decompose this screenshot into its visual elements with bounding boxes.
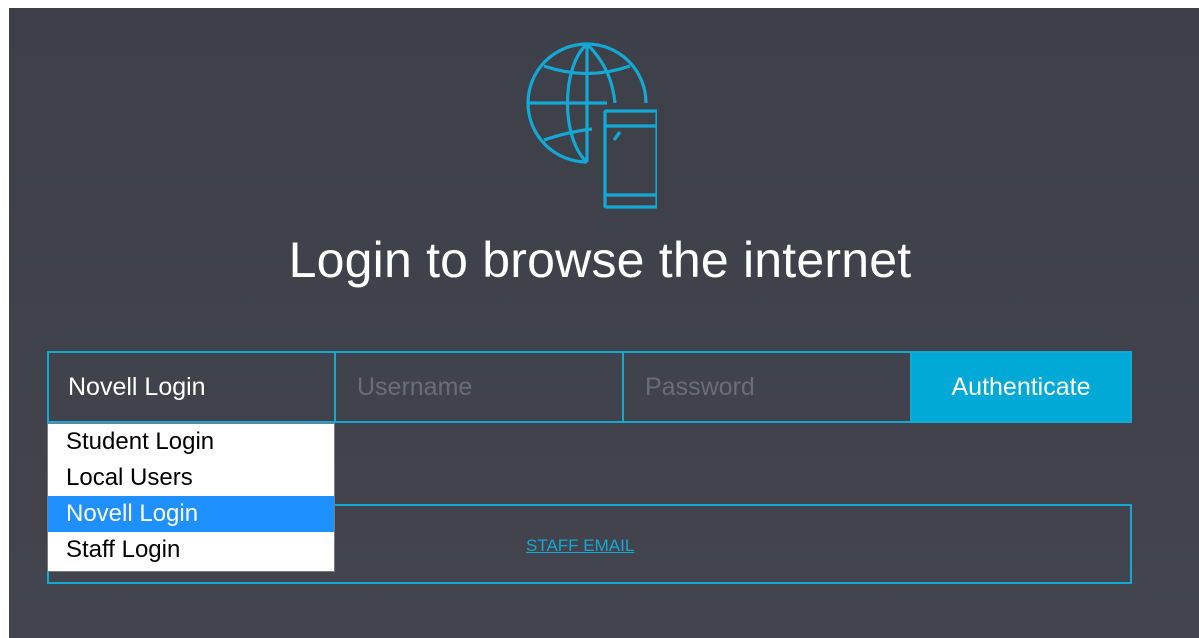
- page-title: Login to browse the internet: [288, 232, 912, 288]
- login-type-select[interactable]: Novell Login: [49, 353, 336, 421]
- dropdown-option-student-login[interactable]: Student Login: [48, 424, 334, 460]
- globe-with-mobile-phone-icon: [526, 42, 657, 209]
- login-type-dropdown: Student Login Local Users Novell Login S…: [47, 423, 335, 572]
- staff-email-link[interactable]: STAFF EMAIL: [526, 536, 634, 556]
- dropdown-option-novell-login[interactable]: Novell Login: [48, 496, 334, 532]
- login-page: Login to browse the internet Novell Logi…: [9, 8, 1199, 638]
- username-field-container: [336, 353, 624, 421]
- password-field-container: [624, 353, 912, 421]
- dropdown-option-local-users[interactable]: Local Users: [48, 460, 334, 496]
- login-type-selected-value: Novell Login: [68, 372, 206, 401]
- authenticate-button[interactable]: Authenticate: [912, 353, 1130, 421]
- dropdown-option-staff-login[interactable]: Staff Login: [48, 532, 334, 568]
- login-form: Novell Login Authenticate: [47, 351, 1132, 423]
- password-input[interactable]: [624, 353, 910, 421]
- username-input[interactable]: [336, 353, 622, 421]
